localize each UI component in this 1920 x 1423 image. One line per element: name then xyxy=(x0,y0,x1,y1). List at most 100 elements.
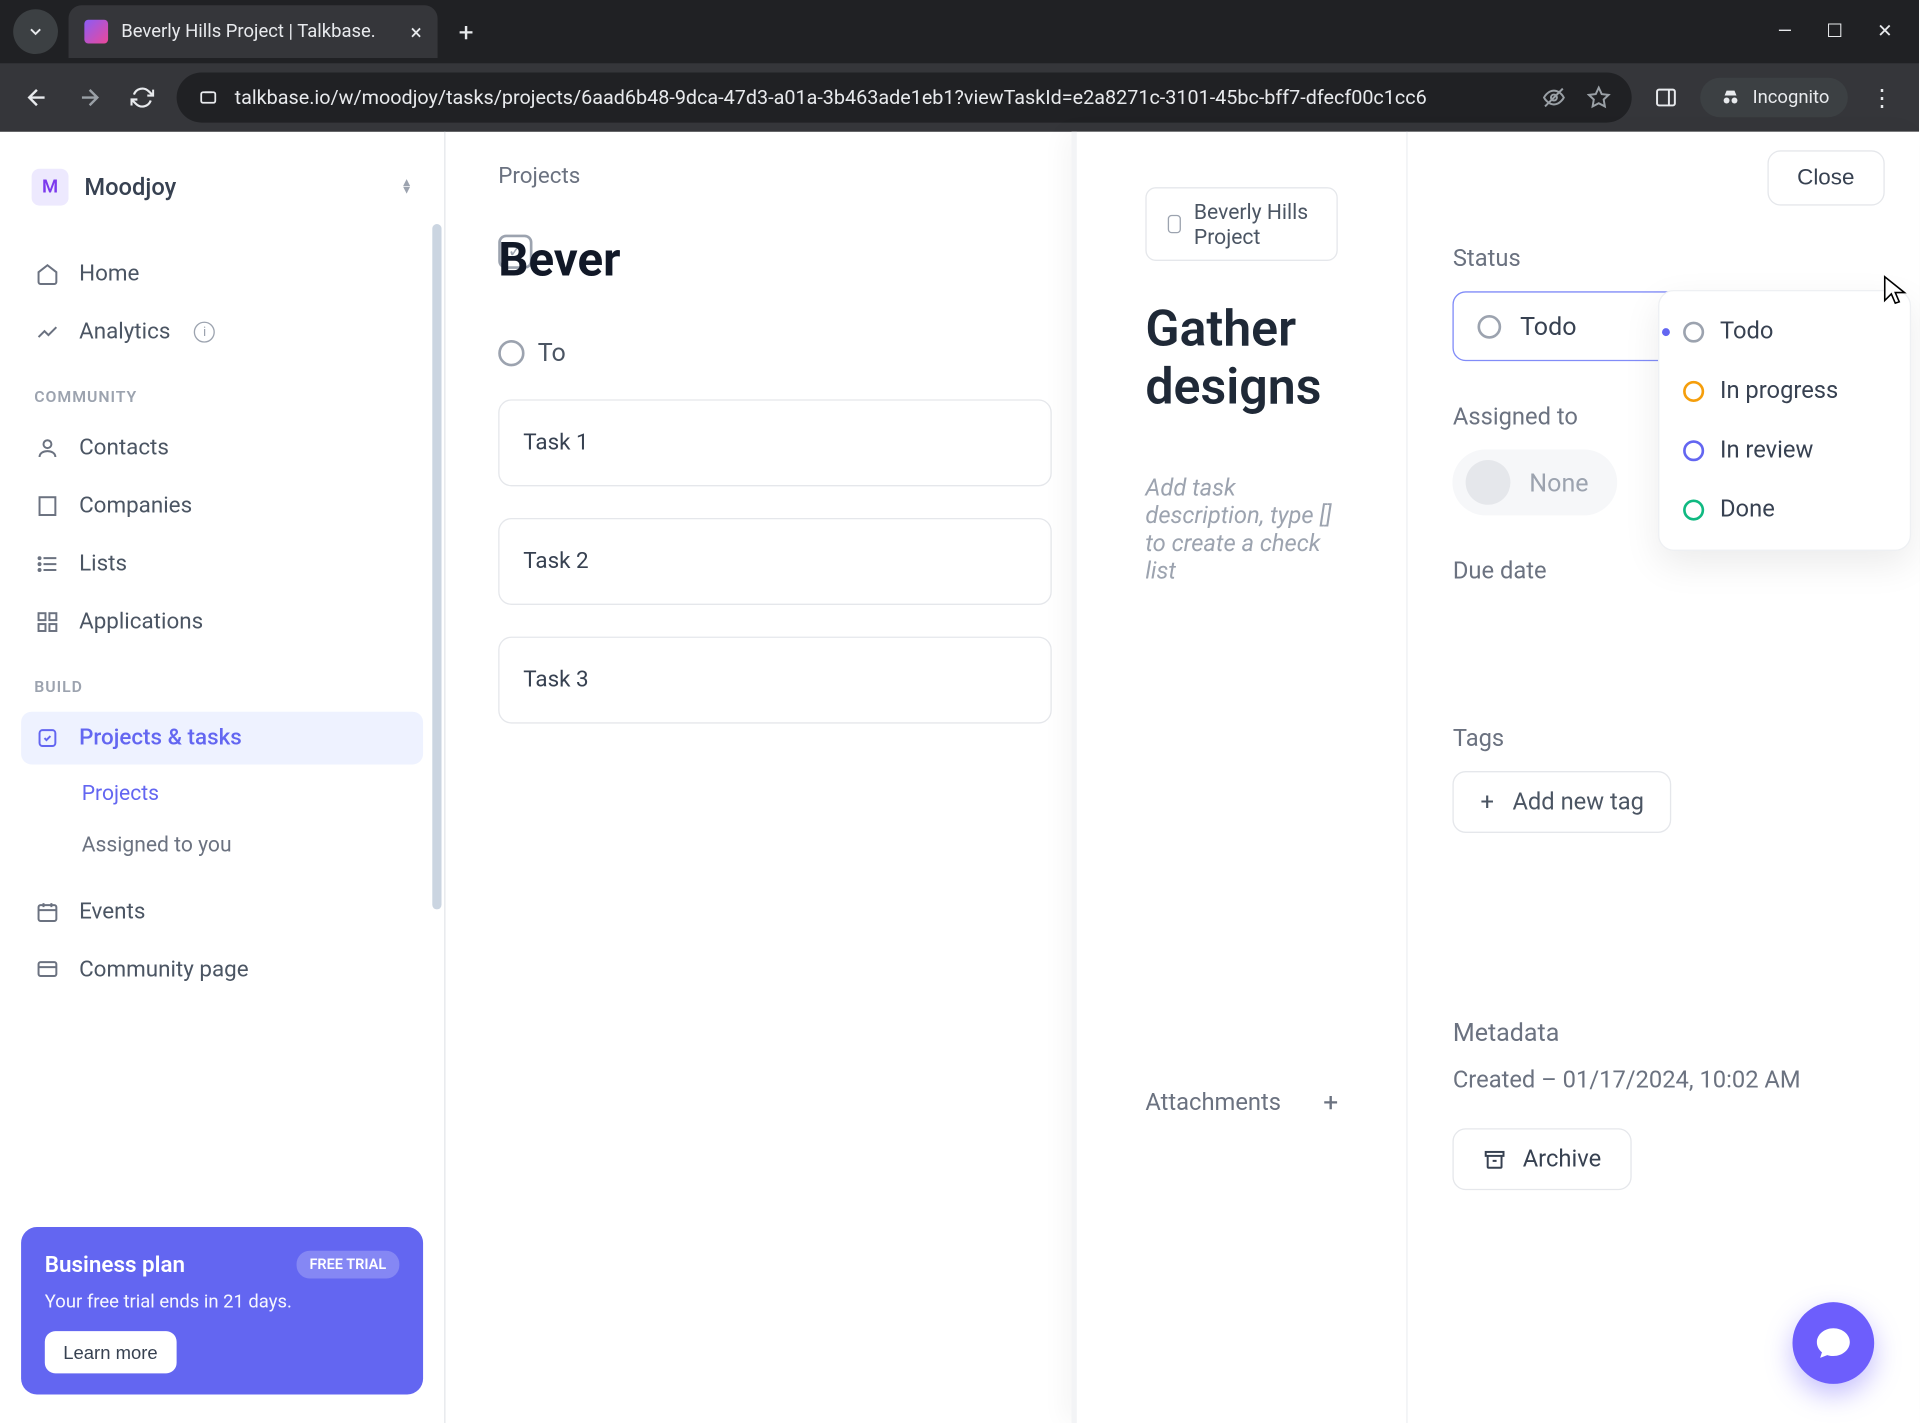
task-panel-side: Close Status Todo ⌄ Todo xyxy=(1408,132,1919,1423)
tab-bar: Beverly Hills Project | Talkbase. × + ― … xyxy=(0,0,1919,63)
events-icon xyxy=(34,900,60,924)
status-label: Status xyxy=(1453,245,1874,273)
metadata-created: Created – 01/17/2024, 10:02 AM xyxy=(1453,1066,1874,1094)
nav-projects-tasks[interactable]: Projects & tasks xyxy=(21,712,423,765)
back-button[interactable] xyxy=(18,79,55,116)
close-button[interactable]: Close xyxy=(1767,150,1885,205)
nav-section-build: BUILD xyxy=(21,654,423,707)
url-text: talkbase.io/w/moodjoy/tasks/projects/6aa… xyxy=(235,86,1427,110)
chat-fab[interactable] xyxy=(1792,1302,1874,1384)
archive-icon xyxy=(1483,1147,1507,1171)
side-panel-icon[interactable] xyxy=(1647,79,1684,116)
project-chip[interactable]: Beverly Hills Project xyxy=(1145,187,1338,261)
nav-section-community: COMMUNITY xyxy=(21,364,423,417)
trial-card: Business plan FREE TRIAL Your free trial… xyxy=(21,1227,423,1394)
due-date-label: Due date xyxy=(1453,558,1874,586)
tab-search-button[interactable] xyxy=(13,9,58,54)
project-chip-icon xyxy=(1168,215,1181,233)
avatar-placeholder-icon xyxy=(1466,460,1511,505)
sidebar-nav: Home Analytics i COMMUNITY Contacts Comp… xyxy=(21,248,423,997)
incognito-label: Incognito xyxy=(1753,87,1830,108)
nav-community-page[interactable]: Community page xyxy=(21,944,423,997)
nav-lists[interactable]: Lists xyxy=(21,538,423,591)
trial-learn-more-button[interactable]: Learn more xyxy=(45,1331,176,1373)
chevron-sort-icon: ▲▼ xyxy=(401,179,413,195)
task-panel: Beverly Hills Project Gather designs Add… xyxy=(1072,132,1919,1423)
window-controls: ― ☐ ✕ xyxy=(1778,21,1906,42)
workspace-switcher[interactable]: M Moodjoy ▲▼ xyxy=(21,161,423,214)
status-ring-icon xyxy=(1478,314,1502,338)
nav-sub-projects[interactable]: Projects xyxy=(21,770,423,816)
nav-projects-tasks-label: Projects & tasks xyxy=(79,725,242,751)
assignee-picker[interactable]: None xyxy=(1453,449,1618,515)
assignee-value: None xyxy=(1529,467,1588,497)
due-date-picker[interactable] xyxy=(1453,604,1874,670)
nav-companies-label: Companies xyxy=(79,493,192,519)
trial-title: Business plan xyxy=(45,1251,185,1277)
add-tag-label: Add new tag xyxy=(1512,788,1644,816)
home-icon xyxy=(34,262,60,286)
nav-lists-label: Lists xyxy=(79,551,127,577)
sidebar-scrollbar[interactable] xyxy=(432,224,441,909)
new-tab-button[interactable]: + xyxy=(448,16,484,48)
chat-icon xyxy=(1814,1323,1854,1363)
companies-icon xyxy=(34,494,60,518)
status-option-in-review[interactable]: In review xyxy=(1667,420,1902,479)
attachments-label: Attachments xyxy=(1145,1088,1281,1116)
nav-contacts[interactable]: Contacts xyxy=(21,422,423,475)
workspace-name: Moodjoy xyxy=(84,173,176,201)
reload-button[interactable] xyxy=(124,79,161,116)
close-window-icon[interactable]: ✕ xyxy=(1877,21,1892,42)
status-option-label: Todo xyxy=(1720,318,1773,346)
browser-tab[interactable]: Beverly Hills Project | Talkbase. × xyxy=(69,5,438,58)
info-icon[interactable]: i xyxy=(194,322,215,343)
status-option-label: In progress xyxy=(1720,377,1838,405)
workspace-avatar: M xyxy=(32,169,69,206)
selected-indicator-icon xyxy=(1662,328,1670,336)
nav-analytics[interactable]: Analytics i xyxy=(21,306,423,359)
trial-badge: FREE TRIAL xyxy=(296,1251,399,1279)
attachments-row: Attachments + xyxy=(1145,1086,1338,1118)
forward-button[interactable] xyxy=(71,79,108,116)
maximize-icon[interactable]: ☐ xyxy=(1826,21,1843,42)
status-option-label: Done xyxy=(1720,496,1775,524)
analytics-icon xyxy=(34,320,60,344)
site-info-icon[interactable] xyxy=(198,87,219,108)
applications-icon xyxy=(34,610,60,634)
browser-menu-icon[interactable]: ⋮ xyxy=(1864,79,1901,116)
nav-home[interactable]: Home xyxy=(21,248,423,301)
task-title[interactable]: Gather designs xyxy=(1145,301,1338,417)
status-dropdown: Todo In progress In review xyxy=(1658,290,1911,551)
nav-contacts-label: Contacts xyxy=(79,435,169,461)
favicon-icon xyxy=(84,20,108,44)
status-option-label: In review xyxy=(1720,436,1813,464)
add-tag-button[interactable]: + Add new tag xyxy=(1453,771,1672,833)
minimize-icon[interactable]: ― xyxy=(1778,21,1792,42)
archive-label: Archive xyxy=(1523,1145,1601,1173)
task-panel-overlay: Beverly Hills Project Gather designs Add… xyxy=(445,132,1919,1423)
incognito-chip[interactable]: Incognito xyxy=(1700,78,1848,118)
community-icon xyxy=(34,958,60,982)
tracking-blocked-icon[interactable] xyxy=(1542,86,1566,110)
status-option-done[interactable]: Done xyxy=(1667,480,1902,539)
bookmark-icon[interactable] xyxy=(1587,86,1611,110)
tab-close-icon[interactable]: × xyxy=(410,19,421,44)
contacts-icon xyxy=(34,436,60,460)
plus-icon: + xyxy=(1481,788,1494,816)
trial-subtitle: Your free trial ends in 21 days. xyxy=(45,1292,400,1313)
nav-events[interactable]: Events xyxy=(21,886,423,939)
main-area: Projects ✓ Bever To Task 1 Task 2 Task 3… xyxy=(445,132,1919,1423)
status-ring-icon xyxy=(1683,499,1704,520)
archive-button[interactable]: Archive xyxy=(1453,1128,1632,1190)
browser-chrome: Beverly Hills Project | Talkbase. × + ― … xyxy=(0,0,1919,132)
nav-companies[interactable]: Companies xyxy=(21,480,423,533)
tab-title: Beverly Hills Project | Talkbase. xyxy=(121,21,375,42)
add-attachment-button[interactable]: + xyxy=(1323,1086,1338,1118)
status-option-in-progress[interactable]: In progress xyxy=(1667,361,1902,420)
status-option-todo[interactable]: Todo xyxy=(1667,302,1789,361)
task-description-placeholder[interactable]: Add task description, type [] to create … xyxy=(1145,474,1338,585)
url-field[interactable]: talkbase.io/w/moodjoy/tasks/projects/6aa… xyxy=(177,72,1632,122)
nav-sub-assigned[interactable]: Assigned to you xyxy=(21,821,423,867)
status-ring-icon xyxy=(1683,440,1704,461)
nav-applications[interactable]: Applications xyxy=(21,596,423,649)
